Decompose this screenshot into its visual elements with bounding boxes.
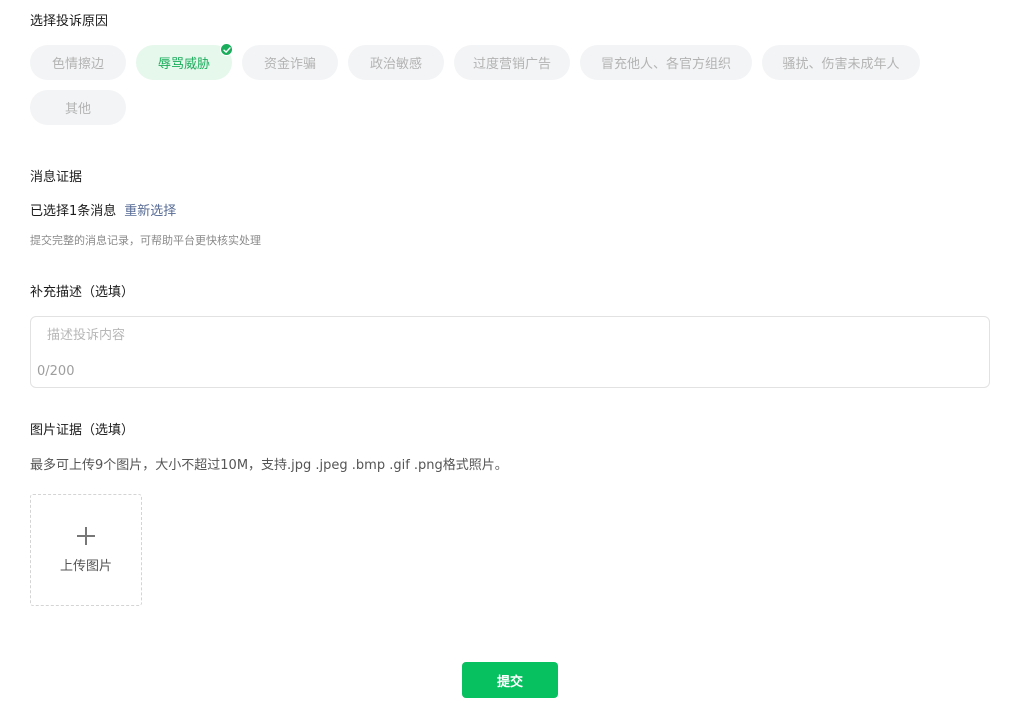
reason-chip-label: 资金诈骗 <box>263 57 316 72</box>
reason-chip-selected[interactable]: 辱骂威胁 <box>136 43 233 80</box>
reason-section-title: 选择投诉原因 <box>30 14 109 29</box>
reselect-link[interactable]: 重新选择 <box>124 203 176 221</box>
check-circle-icon <box>220 43 233 56</box>
message-evidence-row: 已选择1条消息 重新选择 <box>30 203 176 221</box>
submit-button[interactable]: 提交 <box>462 662 558 698</box>
upload-image-label: 上传图片 <box>59 559 112 574</box>
reason-chip-label: 辱骂威胁 <box>157 57 210 72</box>
reason-chip[interactable]: 冒充他人、各官方组织 <box>580 45 752 80</box>
reason-chip-label: 色情擦边 <box>51 57 104 72</box>
image-section-title: 图片证据（选填） <box>30 423 135 438</box>
character-counter: 0/200 <box>37 364 75 379</box>
description-input[interactable] <box>47 327 967 351</box>
upload-image-button[interactable]: 上传图片 <box>30 494 142 606</box>
reason-chip-label: 骚扰、伤害未成年人 <box>782 57 900 72</box>
description-section-title: 补充描述（选填） <box>30 285 135 300</box>
evidence-section-title: 消息证据 <box>30 170 83 185</box>
reason-chip-label: 其他 <box>64 102 91 117</box>
reason-chip-label: 政治敏感 <box>369 57 422 72</box>
reason-chip-label: 冒充他人、各官方组织 <box>600 57 731 72</box>
plus-icon <box>77 527 95 545</box>
reason-chip[interactable]: 其他 <box>30 90 126 125</box>
image-upload-hint: 最多可上传9个图片，大小不超过10M，支持.jpg .jpeg .bmp .gi… <box>30 458 508 473</box>
evidence-hint: 提交完整的消息记录，可帮助平台更快核实处理 <box>30 234 261 247</box>
reason-chip[interactable]: 骚扰、伤害未成年人 <box>762 45 920 80</box>
selected-message-count: 已选择1条消息 <box>30 204 117 219</box>
reason-chip[interactable]: 过度营销广告 <box>454 45 570 80</box>
reason-chip[interactable]: 资金诈骗 <box>242 45 338 80</box>
reason-chip[interactable]: 色情擦边 <box>30 45 126 80</box>
reason-chip[interactable]: 政治敏感 <box>348 45 444 80</box>
complaint-form: 选择投诉原因 色情擦边 辱骂威胁 资金诈骗 政治敏感 过度营销广告 冒充他人、各… <box>0 0 1014 716</box>
reason-chip-label: 过度营销广告 <box>472 57 551 72</box>
description-box: 0/200 <box>30 316 990 388</box>
